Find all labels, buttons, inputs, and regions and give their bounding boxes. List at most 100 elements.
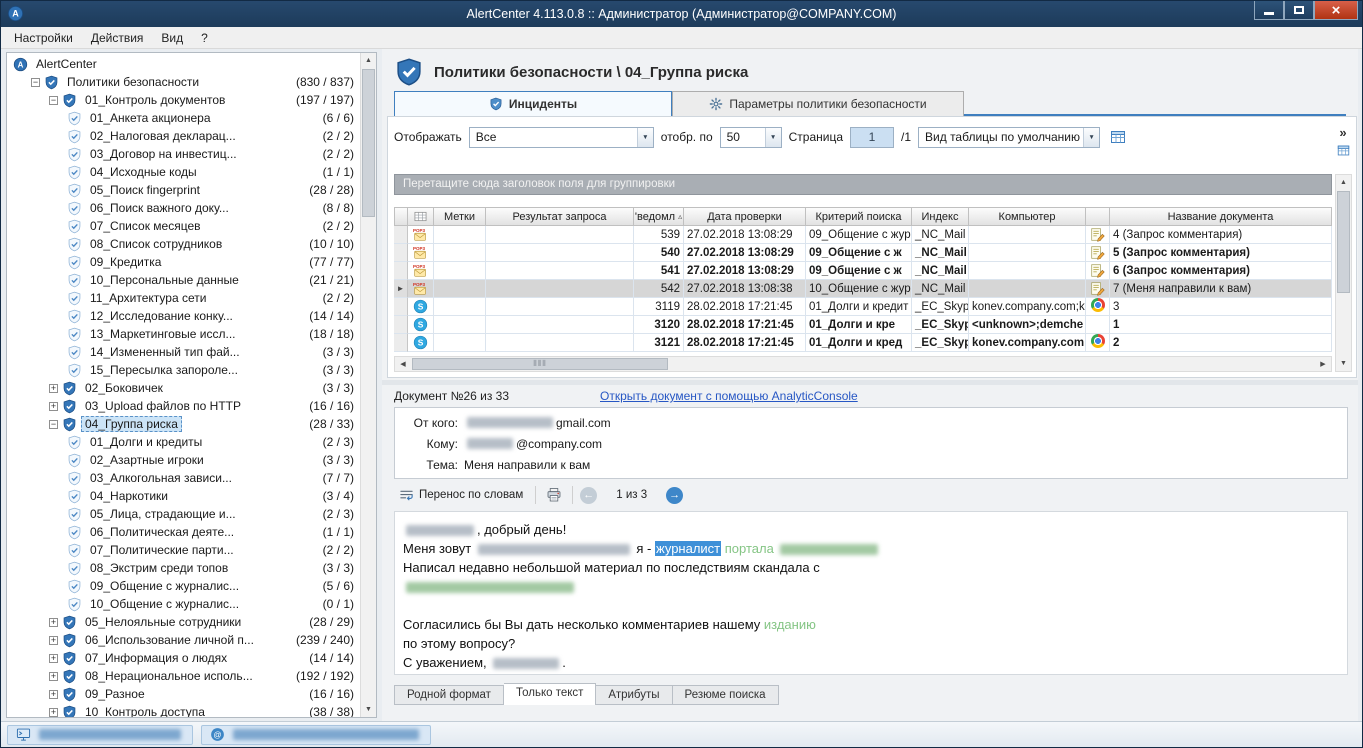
tab-params[interactable]: Параметры политики безопасности xyxy=(672,91,964,116)
tree-item[interactable]: 08_Экстрим среди топов(3 / 3) xyxy=(9,559,359,577)
table-settings-button[interactable] xyxy=(1107,126,1129,148)
view-tab[interactable]: Родной формат xyxy=(394,685,504,705)
tree-item[interactable]: +07_Информация о людях(14 / 14) xyxy=(9,649,359,667)
tree-item[interactable]: −04_Группа риска(28 / 33) xyxy=(9,415,359,433)
column-header-gutter[interactable] xyxy=(394,207,408,226)
table-row[interactable]: S312128.02.2018 17:21:4501_Долги и кред_… xyxy=(394,334,1332,352)
view-tab[interactable]: Резюме поиска xyxy=(673,685,779,705)
tree-item[interactable]: 07_Список месяцев(2 / 2) xyxy=(9,217,359,235)
tree-item[interactable]: 03_Алкогольная зависи...(7 / 7) xyxy=(9,469,359,487)
scroll-right-icon[interactable]: ▶ xyxy=(1315,357,1331,371)
tree-item[interactable]: +09_Разное(16 / 16) xyxy=(9,685,359,703)
tree-item[interactable]: 01_Анкета акционера(6 / 6) xyxy=(9,109,359,127)
menu-item[interactable]: Действия xyxy=(82,29,153,47)
column-header-result[interactable]: Результат запроса xyxy=(486,207,634,226)
layout-button[interactable] xyxy=(1335,142,1351,158)
tree-item[interactable]: +10_Контроль доступа(38 / 38) xyxy=(9,703,359,717)
tree-item[interactable]: 06_Политическая деяте...(1 / 1) xyxy=(9,523,359,541)
expand-icon[interactable]: + xyxy=(49,672,58,681)
collapse-icon[interactable]: − xyxy=(49,420,58,429)
table-row[interactable]: ►POP354227.02.2018 13:08:3810_Общение с … xyxy=(394,280,1332,298)
expand-icon[interactable]: + xyxy=(49,654,58,663)
tree-item[interactable]: 01_Долги и кредиты(2 / 3) xyxy=(9,433,359,451)
tree-item[interactable]: 04_Наркотики(3 / 4) xyxy=(9,487,359,505)
chevron-down-icon[interactable]: ▼ xyxy=(765,128,781,147)
collapse-icon[interactable]: − xyxy=(31,78,40,87)
table-scrollbar[interactable]: ▲ ▼ xyxy=(1335,174,1352,372)
tree-item[interactable]: +06_Использование личной п...(239 / 240) xyxy=(9,631,359,649)
tree-item[interactable]: +05_Нелояльные сотрудники(28 / 29) xyxy=(9,613,359,631)
status-item[interactable] xyxy=(7,725,193,745)
table-row[interactable]: POP354027.02.2018 13:08:2909_Общение с ж… xyxy=(394,244,1332,262)
open-in-analyticconsole-link[interactable]: Открыть документ с помощью AnalyticConso… xyxy=(600,389,858,403)
close-button[interactable]: × xyxy=(1314,1,1358,20)
expand-icon[interactable]: + xyxy=(49,402,58,411)
table-row[interactable]: POP353927.02.2018 13:08:2909_Общение с ж… xyxy=(394,226,1332,244)
expand-icon[interactable]: + xyxy=(49,384,58,393)
splitter[interactable] xyxy=(382,380,1358,385)
tree-item[interactable]: 05_Поиск fingerprint(28 / 28) xyxy=(9,181,359,199)
collapse-icon[interactable]: − xyxy=(49,96,58,105)
tree-scrollbar[interactable]: ▲ ▼ xyxy=(360,53,376,717)
tree-item[interactable]: 13_Маркетинговые иссл...(18 / 18) xyxy=(9,325,359,343)
tree-item[interactable]: 11_Архитектура сети(2 / 2) xyxy=(9,289,359,307)
tree-item[interactable]: 10_Персональные данные(21 / 21) xyxy=(9,271,359,289)
tree-item[interactable]: 07_Политические парти...(2 / 2) xyxy=(9,541,359,559)
tree-item[interactable]: 05_Лица, страдающие и...(2 / 3) xyxy=(9,505,359,523)
column-header-source[interactable] xyxy=(408,207,434,226)
view-tab[interactable]: Атрибуты xyxy=(596,685,672,705)
tree-item[interactable]: 15_Пересылка запороле...(3 / 3) xyxy=(9,361,359,379)
tree-item[interactable]: 02_Азартные игроки(3 / 3) xyxy=(9,451,359,469)
tree-item[interactable]: +08_Нерациональное исполь...(192 / 192) xyxy=(9,667,359,685)
menu-item[interactable]: ? xyxy=(192,29,217,47)
tab-incidents[interactable]: Инциденты xyxy=(394,91,672,116)
next-page-button[interactable]: → xyxy=(666,487,683,504)
tree-item[interactable]: 02_Налоговая декларац...(2 / 2) xyxy=(9,127,359,145)
tree-item[interactable]: 14_Измененный тип фай...(3 / 3) xyxy=(9,343,359,361)
tree-scrollbar-thumb[interactable] xyxy=(362,69,375,217)
tree-item[interactable]: 03_Договор на инвестиц...(2 / 2) xyxy=(9,145,359,163)
tree-item[interactable]: 09_Кредитка(77 / 77) xyxy=(9,253,359,271)
expand-icon[interactable]: + xyxy=(49,618,58,627)
page-number-input[interactable] xyxy=(850,127,894,148)
per-page-select[interactable]: 50 ▼ xyxy=(720,127,782,148)
table-h-scrollbar[interactable]: ◀ ⦀⦀⦀ ▶ xyxy=(394,356,1332,372)
maximize-button[interactable] xyxy=(1284,1,1314,20)
scroll-down-icon[interactable]: ▼ xyxy=(361,702,376,717)
table-view-select[interactable]: Вид таблицы по умолчанию ▼ xyxy=(918,127,1100,148)
tree-item[interactable]: +03_Upload файлов по HTTP(16 / 16) xyxy=(9,397,359,415)
chevron-down-icon[interactable]: ▼ xyxy=(637,128,653,147)
column-header-computer[interactable]: Компьютер xyxy=(969,207,1086,226)
group-by-bar[interactable]: Перетащите сюда заголовок поля для групп… xyxy=(394,174,1332,195)
expand-icon[interactable]: + xyxy=(49,708,58,717)
tree-item[interactable]: +02_Боковичек(3 / 3) xyxy=(9,379,359,397)
column-header-doc[interactable]: Название документа xyxy=(1110,207,1332,226)
table-row[interactable]: POP354127.02.2018 13:08:2909_Общение с ж… xyxy=(394,262,1332,280)
column-header-criteria[interactable]: Критерий поиска xyxy=(806,207,912,226)
status-item[interactable]: @ xyxy=(201,725,431,745)
display-filter-select[interactable]: Все ▼ xyxy=(469,127,654,148)
minimize-button[interactable] xyxy=(1254,1,1284,20)
tree-item[interactable]: 04_Исходные коды(1 / 1) xyxy=(9,163,359,181)
tree-item[interactable]: −01_Контроль документов(197 / 197) xyxy=(9,91,359,109)
column-header-index[interactable]: Индекс xyxy=(912,207,969,226)
tree-item[interactable]: 08_Список сотрудников(10 / 10) xyxy=(9,235,359,253)
expand-icon[interactable]: + xyxy=(49,690,58,699)
h-scrollbar-thumb[interactable]: ⦀⦀⦀ xyxy=(412,358,668,370)
more-button[interactable]: » xyxy=(1339,127,1346,138)
view-tab[interactable]: Только текст xyxy=(504,683,596,705)
menu-item[interactable]: Вид xyxy=(152,29,192,47)
table-row[interactable]: S311928.02.2018 17:21:4501_Долги и креди… xyxy=(394,298,1332,316)
tree-item[interactable]: 09_Общение с журналис...(5 / 6) xyxy=(9,577,359,595)
table-scrollbar-thumb[interactable] xyxy=(1337,191,1350,293)
tree-item[interactable]: 06_Поиск важного доку...(8 / 8) xyxy=(9,199,359,217)
scroll-up-icon[interactable]: ▲ xyxy=(361,53,376,68)
column-header-doc_icon[interactable] xyxy=(1086,207,1110,226)
tree-item[interactable]: AAlertCenter xyxy=(9,55,359,73)
chevron-down-icon[interactable]: ▼ xyxy=(1083,128,1099,147)
menu-item[interactable]: Настройки xyxy=(5,29,82,47)
scroll-up-icon[interactable]: ▲ xyxy=(1336,175,1351,190)
scroll-left-icon[interactable]: ◀ xyxy=(395,357,411,371)
tree-item[interactable]: 12_Исследование конку...(14 / 14) xyxy=(9,307,359,325)
column-header-notify[interactable]: 'ведомл▵ xyxy=(634,207,684,226)
